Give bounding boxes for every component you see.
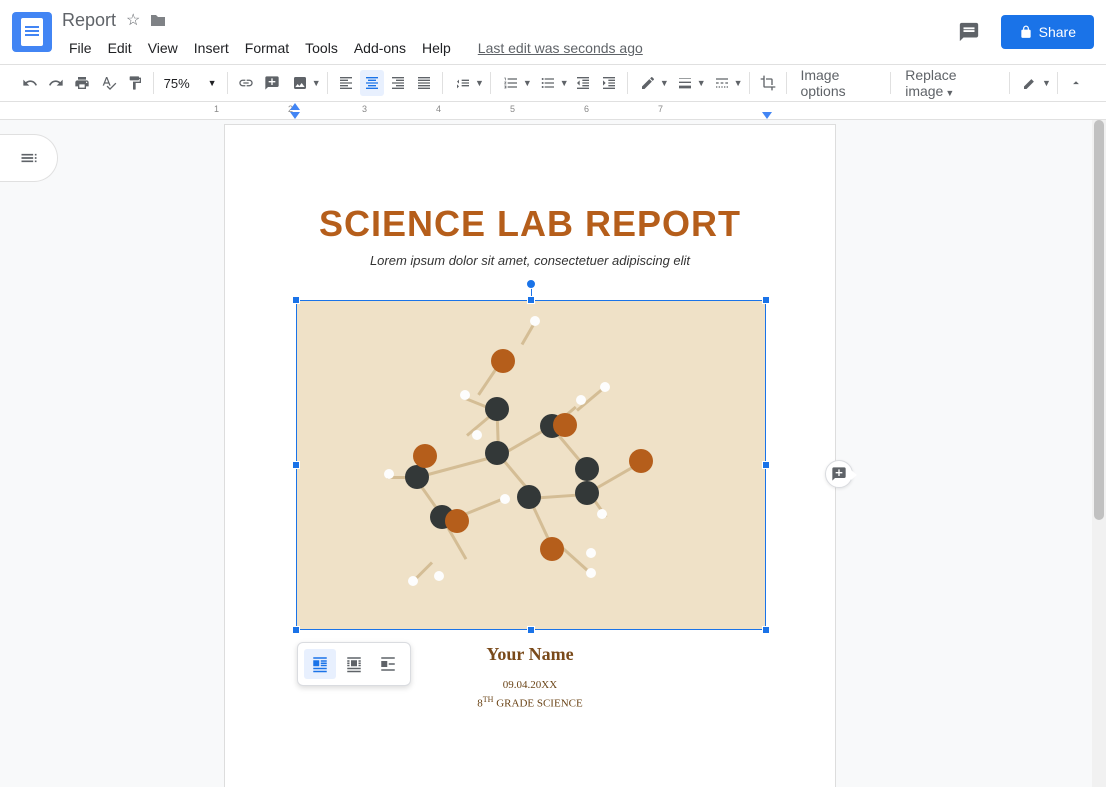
crop-image-button[interactable] — [755, 70, 779, 96]
insert-link-button[interactable] — [233, 70, 257, 96]
resize-handle-top-mid[interactable] — [527, 296, 535, 304]
replace-image-button[interactable]: Replace image▼ — [897, 63, 1003, 103]
collapse-toolbar-button[interactable] — [1064, 70, 1088, 96]
zoom-select[interactable]: 75%▼ — [160, 73, 221, 94]
menu-addons[interactable]: Add-ons — [347, 36, 413, 60]
increase-indent-button[interactable] — [597, 70, 621, 96]
right-indent-marker[interactable] — [762, 112, 772, 119]
editing-mode-dropdown[interactable]: ▼ — [1042, 78, 1051, 88]
resize-handle-mid-right[interactable] — [762, 461, 770, 469]
ruler-mark: 3 — [362, 104, 367, 114]
menu-insert[interactable]: Insert — [187, 36, 236, 60]
menu-format[interactable]: Format — [238, 36, 296, 60]
menu-tools[interactable]: Tools — [298, 36, 345, 60]
border-dash-dropdown[interactable]: ▼ — [734, 78, 743, 88]
border-color-button[interactable] — [634, 70, 662, 96]
horizontal-ruler[interactable]: 1 2 3 4 5 6 7 — [0, 102, 1106, 120]
page-subtitle[interactable]: Lorem ipsum dolor sit amet, consectetuer… — [225, 253, 835, 268]
ruler-mark: 7 — [658, 104, 663, 114]
border-dash-button[interactable] — [708, 70, 736, 96]
outline-tab-button[interactable] — [0, 134, 58, 182]
toolbar: 75%▼ ▼ ▼ ▼ ▼ ▼ ▼ ▼ Image options Replace — [0, 64, 1106, 102]
resize-handle-top-left[interactable] — [292, 296, 300, 304]
left-indent-marker[interactable] — [290, 112, 300, 119]
align-justify-button[interactable] — [412, 70, 436, 96]
rotate-handle[interactable] — [526, 279, 536, 289]
docs-logo-icon[interactable] — [12, 12, 52, 52]
resize-handle-bot-mid[interactable] — [527, 626, 535, 634]
align-right-button[interactable] — [386, 70, 410, 96]
wrap-text-button[interactable] — [338, 649, 370, 679]
resize-handle-bot-right[interactable] — [762, 626, 770, 634]
numbered-list-button[interactable] — [497, 70, 525, 96]
last-edit-link[interactable]: Last edit was seconds ago — [478, 40, 643, 56]
insert-image-dropdown[interactable]: ▼ — [312, 78, 321, 88]
spellcheck-button[interactable] — [96, 70, 120, 96]
resize-handle-top-right[interactable] — [762, 296, 770, 304]
numbered-list-dropdown[interactable]: ▼ — [523, 78, 532, 88]
undo-button[interactable] — [18, 70, 42, 96]
add-comment-button[interactable] — [260, 70, 284, 96]
image-wrap-popup — [297, 642, 411, 686]
border-weight-button[interactable] — [671, 70, 699, 96]
vertical-scrollbar[interactable] — [1092, 120, 1106, 787]
paint-format-button[interactable] — [123, 70, 147, 96]
image-options-button[interactable]: Image options — [792, 63, 884, 103]
menu-edit[interactable]: Edit — [101, 36, 139, 60]
document-page[interactable]: SCIENCE LAB REPORT Lorem ipsum dolor sit… — [224, 124, 836, 787]
ruler-mark: 1 — [214, 104, 219, 114]
share-button-label: Share — [1039, 24, 1076, 40]
menu-file[interactable]: File — [62, 36, 99, 60]
decrease-indent-button[interactable] — [571, 70, 595, 96]
first-line-indent-marker[interactable] — [290, 103, 300, 110]
star-icon[interactable]: ☆ — [126, 10, 140, 30]
document-canvas[interactable]: SCIENCE LAB REPORT Lorem ipsum dolor sit… — [0, 120, 1106, 787]
align-center-button[interactable] — [360, 70, 384, 96]
share-button[interactable]: Share — [1001, 15, 1094, 49]
bulleted-list-button[interactable] — [534, 70, 562, 96]
page-title[interactable]: SCIENCE LAB REPORT — [225, 203, 835, 245]
add-comment-side-button[interactable] — [825, 460, 853, 488]
menu-help[interactable]: Help — [415, 36, 458, 60]
border-color-dropdown[interactable]: ▼ — [660, 78, 669, 88]
scrollbar-thumb[interactable] — [1094, 120, 1104, 520]
line-spacing-dropdown[interactable]: ▼ — [475, 78, 484, 88]
align-left-button[interactable] — [334, 70, 358, 96]
wrap-break-button[interactable] — [372, 649, 404, 679]
editing-mode-button[interactable] — [1016, 70, 1044, 96]
bulleted-list-dropdown[interactable]: ▼ — [560, 78, 569, 88]
line-spacing-button[interactable] — [449, 70, 477, 96]
ruler-mark: 6 — [584, 104, 589, 114]
comments-icon[interactable] — [951, 14, 987, 50]
selected-image[interactable] — [296, 300, 766, 630]
menu-view[interactable]: View — [141, 36, 185, 60]
molecule-illustration — [297, 301, 765, 629]
insert-image-button[interactable] — [286, 70, 314, 96]
wrap-inline-button[interactable] — [304, 649, 336, 679]
grade-label[interactable]: 8TH GRADE SCIENCE — [225, 695, 835, 710]
ruler-mark: 5 — [510, 104, 515, 114]
move-folder-icon[interactable] — [150, 13, 166, 27]
print-button[interactable] — [70, 70, 94, 96]
resize-handle-mid-left[interactable] — [292, 461, 300, 469]
document-title[interactable]: Report — [62, 10, 116, 31]
resize-handle-bot-left[interactable] — [292, 626, 300, 634]
border-weight-dropdown[interactable]: ▼ — [697, 78, 706, 88]
ruler-mark: 4 — [436, 104, 441, 114]
redo-button[interactable] — [44, 70, 68, 96]
